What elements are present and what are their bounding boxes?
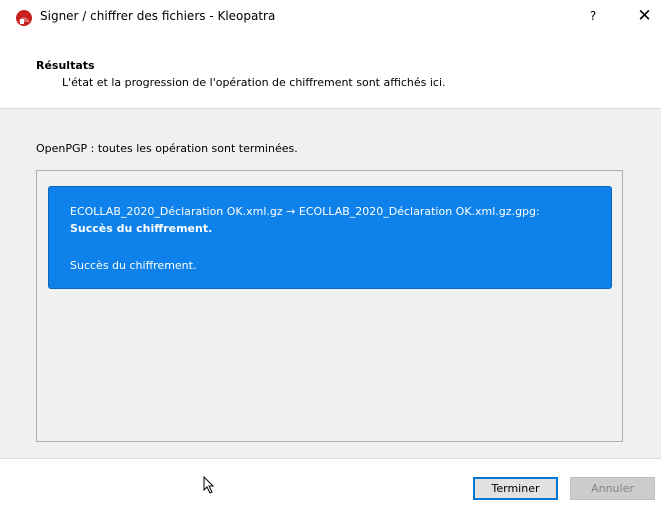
mouse-pointer-icon: [203, 476, 215, 494]
page-subtitle: L'état et la progression de l'opération …: [62, 76, 446, 89]
result-status-heading: Succès du chiffrement.: [70, 222, 213, 235]
results-list[interactable]: ECOLLAB_2020_Déclaration OK.xml.gz → ECO…: [36, 170, 623, 442]
cancel-button[interactable]: Annuler: [570, 477, 655, 500]
result-item[interactable]: ECOLLAB_2020_Déclaration OK.xml.gz → ECO…: [48, 186, 612, 289]
kleopatra-icon: [16, 10, 32, 26]
title-bar: Signer / chiffrer des fichiers - Kleopat…: [0, 0, 661, 33]
result-status-detail: Succès du chiffrement.: [70, 259, 197, 272]
button-bar: Terminer Annuler: [0, 459, 661, 511]
help-button[interactable]: ?: [582, 0, 604, 33]
close-button[interactable]: ✕: [628, 0, 661, 33]
finish-button[interactable]: Terminer: [473, 477, 558, 500]
result-filename: ECOLLAB_2020_Déclaration OK.xml.gz → ECO…: [70, 205, 540, 218]
page-title: Résultats: [36, 59, 95, 72]
dialog-window: Signer / chiffrer des fichiers - Kleopat…: [0, 0, 661, 511]
results-page: OpenPGP : toutes les opération sont term…: [0, 109, 661, 458]
status-text: OpenPGP : toutes les opération sont term…: [36, 142, 298, 155]
wizard-header: Résultats L'état et la progression de l'…: [0, 33, 661, 109]
window-title: Signer / chiffrer des fichiers - Kleopat…: [40, 9, 276, 23]
